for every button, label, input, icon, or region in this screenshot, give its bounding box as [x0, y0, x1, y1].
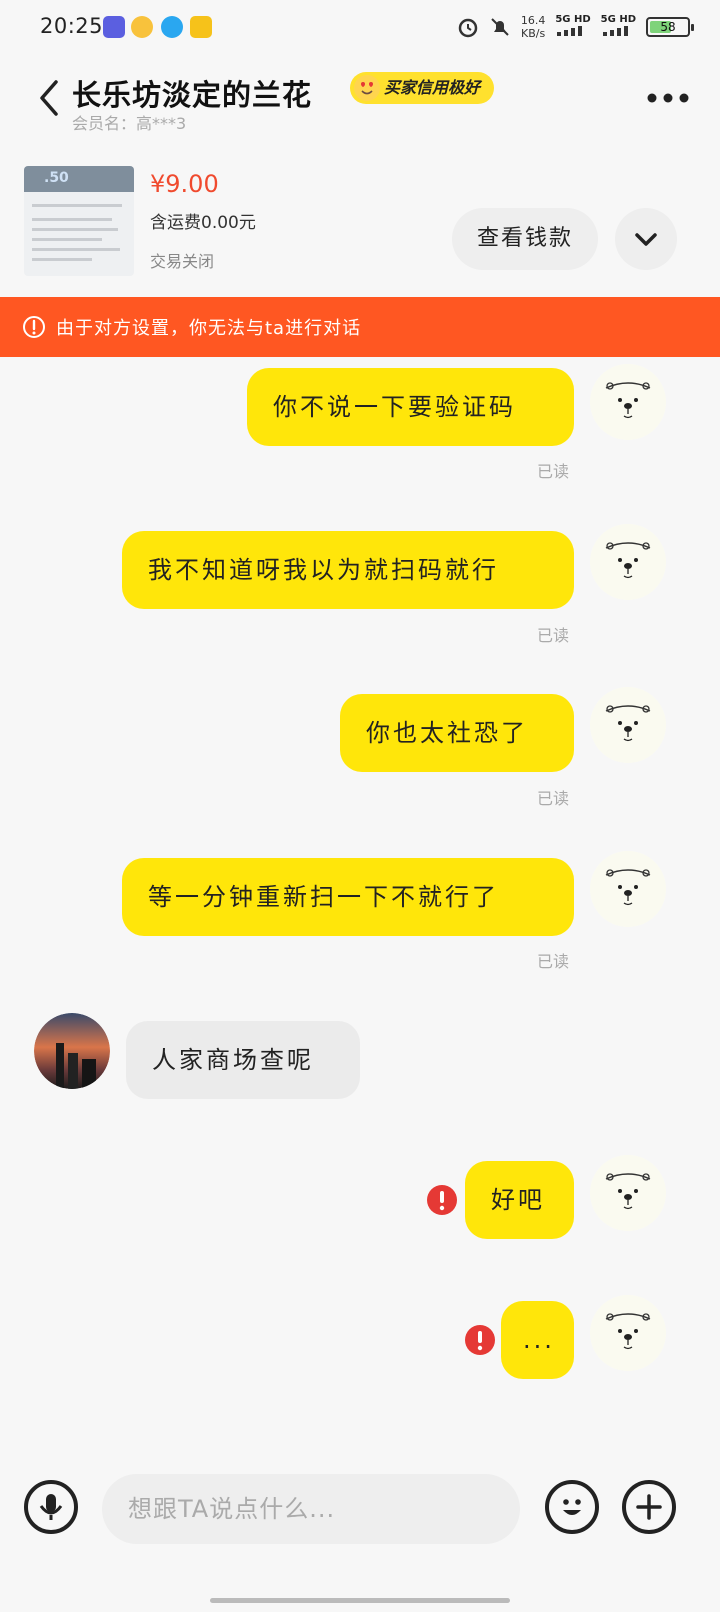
thumb-text-line	[32, 238, 102, 241]
weibo-icon	[131, 16, 153, 38]
my-avatar[interactable]	[590, 524, 666, 600]
credit-badge-label: 买家信用极好	[384, 78, 481, 97]
send-failed-icon[interactable]	[464, 1324, 496, 1356]
product-price: ¥9.00	[150, 170, 219, 198]
signal-2: 5G HD	[601, 14, 636, 40]
signal-bars-icon	[602, 26, 628, 36]
chat-screen: 20:25 16.4 KB/s 5G HD 5G HD 58 长乐坊淡定的兰花 …	[0, 0, 720, 1612]
message-bubble[interactable]: 你也太社恐了	[340, 694, 574, 772]
alarm-icon	[458, 18, 478, 38]
chevron-down-icon	[635, 233, 657, 246]
my-avatar[interactable]	[590, 687, 666, 763]
product-thumbnail[interactable]: .50	[24, 166, 134, 276]
read-receipt: 已读	[537, 462, 570, 481]
read-receipt: 已读	[537, 626, 570, 645]
app-notification-icon	[103, 16, 125, 38]
more-actions-button[interactable]	[622, 1480, 676, 1534]
product-card[interactable]: .50 ¥9.00 含运费0.00元 交易关闭 查看钱款	[0, 156, 720, 296]
thumb-text-line	[32, 258, 92, 261]
net-speed-unit: KB/s	[520, 27, 546, 40]
tieba-icon	[190, 16, 212, 38]
message-bubble[interactable]: 等一分钟重新扫一下不就行了	[122, 858, 574, 936]
battery-level: 58	[660, 20, 676, 34]
thumb-text-line	[32, 204, 122, 207]
thumb-banner	[24, 166, 134, 192]
signal-2-label: 5G HD	[600, 14, 636, 25]
read-receipt: 已读	[537, 952, 570, 971]
qq-icon	[161, 16, 183, 38]
my-avatar[interactable]	[590, 851, 666, 927]
my-avatar[interactable]	[590, 1295, 666, 1371]
net-speed: 16.4 KB/s	[521, 14, 546, 40]
send-failed-icon[interactable]	[426, 1184, 458, 1216]
member-name: 会员名：高***3	[72, 114, 187, 133]
home-indicator[interactable]	[210, 1598, 510, 1603]
composer-bar: 想跟TA说点什么...	[0, 1466, 720, 1612]
view-money-button[interactable]: 查看钱款	[452, 208, 598, 270]
heart-eyes-emoji-icon	[354, 75, 380, 101]
thumb-number: .50	[44, 170, 69, 186]
warning-banner: 由于对方设置，你无法与ta进行对话	[0, 297, 720, 357]
chat-title: 长乐坊淡定的兰花	[72, 78, 313, 112]
read-receipt: 已读	[537, 789, 570, 808]
plus-icon	[636, 1494, 662, 1520]
thumb-text-line	[32, 228, 118, 231]
shipping-fee: 含运费0.00元	[150, 213, 256, 233]
mute-bell-icon	[491, 18, 509, 36]
microphone-icon	[39, 1494, 63, 1520]
message-bubble[interactable]: 好吧	[465, 1161, 574, 1239]
status-time: 20:25	[40, 14, 104, 38]
trade-status: 交易关闭	[150, 252, 215, 271]
thumb-text-line	[32, 248, 120, 251]
status-right: 16.4 KB/s 5G HD 5G HD 58	[457, 12, 694, 42]
smiley-icon	[563, 1499, 581, 1515]
message-bubble[interactable]: 人家商场查呢	[126, 1021, 360, 1099]
message-input[interactable]: 想跟TA说点什么...	[102, 1474, 520, 1544]
thumb-text-line	[32, 218, 112, 221]
expand-button[interactable]	[615, 208, 677, 270]
chat-header: 长乐坊淡定的兰花 买家信用极好 会员名：高***3	[0, 56, 720, 156]
more-options-icon[interactable]	[646, 92, 690, 104]
message-bubble[interactable]: 我不知道呀我以为就扫码就行	[122, 531, 574, 609]
banner-text: 由于对方设置，你无法与ta进行对话	[56, 318, 362, 339]
contact-avatar[interactable]	[34, 1013, 110, 1089]
my-avatar[interactable]	[590, 364, 666, 440]
net-speed-value: 16.4	[520, 14, 546, 27]
signal-bars-icon	[557, 26, 583, 36]
message-bubble[interactable]: ...	[501, 1301, 574, 1379]
status-bar: 20:25 16.4 KB/s 5G HD 5G HD 58	[0, 0, 720, 56]
credit-badge: 买家信用极好	[350, 72, 495, 104]
voice-button[interactable]	[24, 1480, 78, 1534]
info-circle-icon	[23, 316, 45, 338]
signal-1: 5G HD	[555, 14, 591, 40]
battery-icon: 58	[646, 17, 694, 37]
message-bubble[interactable]: 你不说一下要验证码	[247, 368, 574, 446]
signal-1-label: 5G HD	[555, 14, 591, 25]
my-avatar[interactable]	[590, 1155, 666, 1231]
emoji-button[interactable]	[545, 1480, 599, 1534]
back-arrow-icon[interactable]	[34, 78, 64, 118]
